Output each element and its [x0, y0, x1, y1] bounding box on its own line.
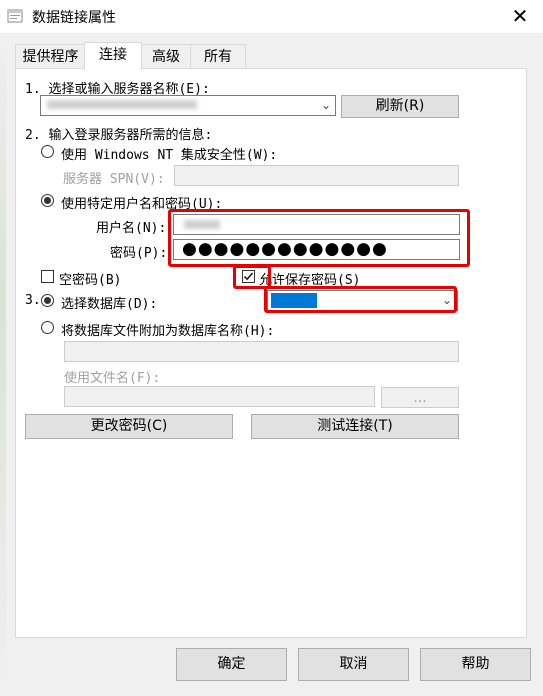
blank-password-checkbox[interactable] — [41, 270, 54, 283]
change-password-button[interactable]: 更改密码(C) — [25, 414, 233, 439]
step2-label: 2. 输入登录服务器所需的信息: — [25, 128, 213, 143]
attach-db-input — [64, 341, 459, 362]
username-label: 用户名(N): — [96, 221, 167, 236]
tab-provider[interactable]: 提供程序 — [15, 44, 86, 69]
server-name-redacted — [47, 100, 197, 109]
browse-button: ... — [381, 387, 459, 408]
select-db-label: 选择数据库(D): — [61, 297, 158, 312]
window-title: 数据链接属性 — [32, 10, 116, 26]
file-name-label: 使用文件名(F): — [64, 371, 161, 386]
windows-nt-label: 使用 Windows NT 集成安全性(W): — [61, 148, 278, 163]
tab-advanced[interactable]: 高级 — [140, 44, 192, 69]
tab-connection[interactable]: 连接 — [84, 42, 142, 70]
spn-label: 服务器 SPN(V): — [63, 172, 165, 187]
background-strip — [0, 33, 6, 696]
test-connection-button[interactable]: 测试连接(T) — [251, 414, 459, 439]
cancel-button[interactable]: 取消 — [298, 648, 409, 681]
step3-label: 3. — [25, 293, 41, 308]
data-link-icon — [7, 9, 23, 23]
windows-nt-radio[interactable] — [41, 145, 54, 158]
ok-button[interactable]: 确定 — [176, 648, 287, 681]
password-label: 密码(P): — [110, 246, 168, 261]
attach-db-radio[interactable] — [41, 321, 54, 334]
refresh-button[interactable]: 刷新(R) — [341, 95, 459, 118]
server-name-combo[interactable]: ⌄ — [40, 95, 336, 116]
blank-password-label: 空密码(B) — [59, 273, 122, 288]
highlight-database — [264, 286, 457, 313]
specific-user-radio[interactable] — [41, 194, 54, 207]
title-bar: 数据链接属性 ✕ — [0, 0, 543, 33]
tab-all[interactable]: 所有 — [190, 44, 246, 69]
attach-db-label: 将数据库文件附加为数据库名称(H): — [61, 324, 275, 339]
file-name-input — [64, 386, 375, 407]
close-icon[interactable]: ✕ — [505, 2, 535, 30]
highlight-credentials — [168, 209, 470, 267]
help-button[interactable]: 帮助 — [420, 648, 531, 681]
select-db-radio[interactable] — [41, 294, 54, 307]
chevron-down-icon[interactable]: ⌄ — [321, 98, 331, 112]
spn-input — [174, 165, 459, 186]
